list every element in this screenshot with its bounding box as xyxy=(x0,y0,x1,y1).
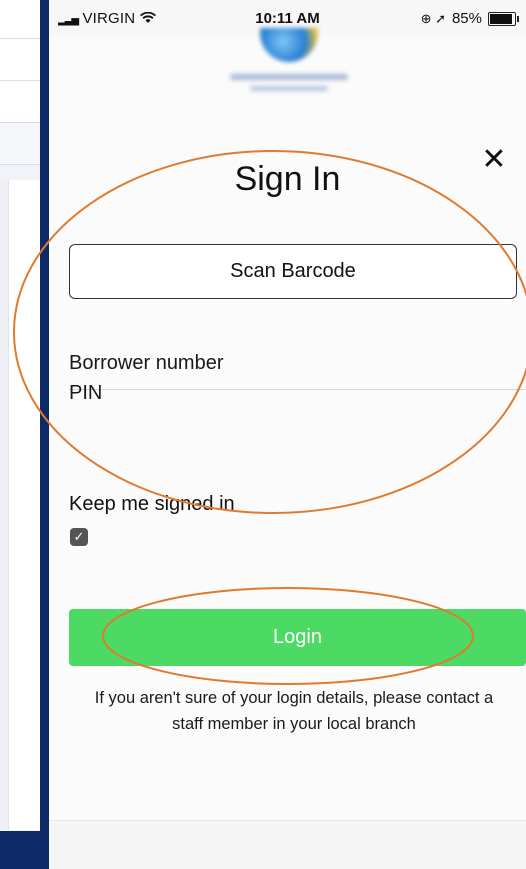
logo-text-blur xyxy=(230,74,348,80)
battery-percent: 85% xyxy=(451,10,482,27)
background-row xyxy=(0,39,40,81)
login-button[interactable]: Login xyxy=(69,609,526,666)
battery-area: ⊕ ➚ 85% xyxy=(420,10,519,27)
background-footer xyxy=(0,832,49,868)
checkbox-icon[interactable]: ✓ xyxy=(70,528,88,546)
pin-input[interactable] xyxy=(69,368,526,418)
scan-barcode-button[interactable]: Scan Barcode xyxy=(69,244,517,299)
background-row xyxy=(0,81,40,123)
background-row xyxy=(0,0,40,39)
keep-signed-in-label: Keep me signed in xyxy=(69,493,235,515)
background-card xyxy=(8,180,40,830)
background-panel xyxy=(0,180,40,830)
bottom-bar xyxy=(49,820,526,869)
background-row xyxy=(0,123,40,165)
logo-text-blur xyxy=(250,86,328,91)
location-icon: ⊕ ➚ xyxy=(420,10,446,26)
background-page xyxy=(0,0,40,831)
dialog-title: Sign In xyxy=(234,160,341,198)
phone-screen: ▂▃▅ VIRGIN 10:11 AM ⊕ ➚ 85% ✕ Sign In Sc… xyxy=(49,0,526,869)
battery-icon xyxy=(488,11,519,26)
library-logo xyxy=(224,28,354,98)
logo-globe xyxy=(260,28,318,62)
help-text: If you aren't sure of your login details… xyxy=(94,689,494,733)
